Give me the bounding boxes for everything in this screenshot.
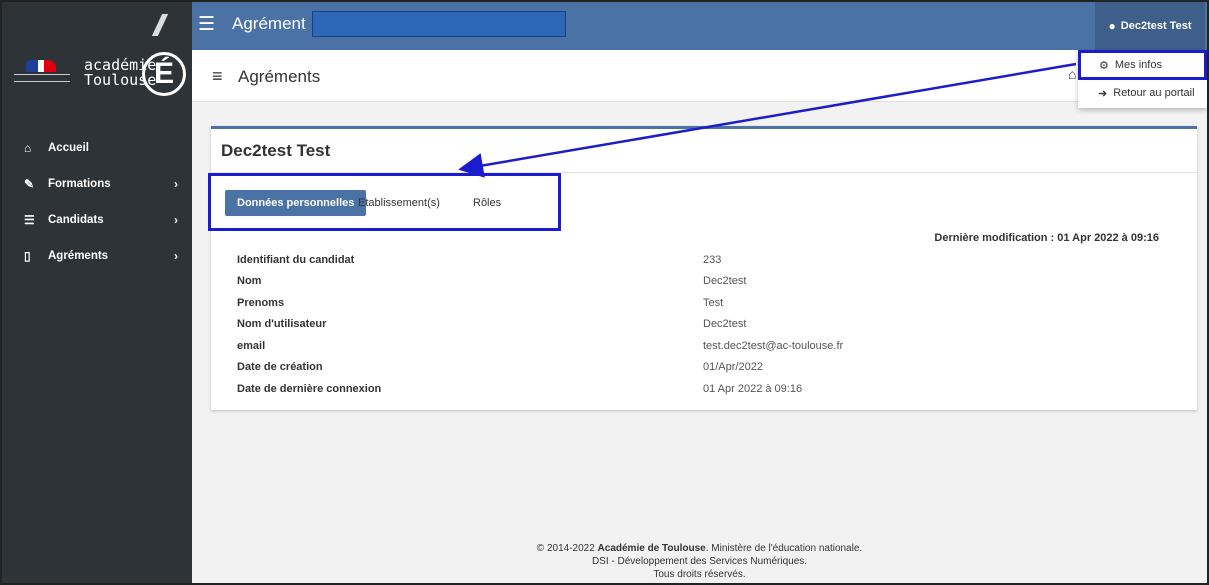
field-value: 01/Apr/2022 xyxy=(703,361,763,374)
home-icon: ⌂ xyxy=(24,141,32,155)
info-table: Identifiant du candidat 233 Nom Dec2test P… xyxy=(237,249,937,400)
menu-item-mes-infos[interactable]: ⚙ Mes infos xyxy=(1078,50,1207,80)
field-value: 233 xyxy=(703,253,722,266)
chevron-right-icon: › xyxy=(174,213,178,227)
user-dropdown-menu: ⚙ Mes infos ➜ Retour au portail xyxy=(1078,50,1207,108)
sidebar-item-label: Formations xyxy=(48,178,111,190)
field-value: Dec2test xyxy=(703,275,747,288)
table-row: Prenoms Test xyxy=(237,292,937,314)
footer-copyright: © 2014-2022 Académie de Toulouse. Minist… xyxy=(536,543,863,554)
table-row: email test.dec2test@ac-toulouse.fr xyxy=(237,335,937,357)
sidebar-nav: ⌂ Accueil ✎ Formations › ☰ Candidats › ▯… xyxy=(2,130,192,274)
home-icon[interactable]: ⌂ xyxy=(1068,66,1076,82)
page-title: Agréments xyxy=(238,67,321,86)
footer-dsi: DSI - Développement des Services Numériq… xyxy=(591,556,808,567)
table-row: Date de création 01/Apr/2022 xyxy=(237,357,937,379)
sidebar-item-agrements[interactable]: ▯ Agréments › xyxy=(2,238,192,274)
field-label: email xyxy=(237,339,266,352)
footer: © 2014-2022 Académie de Toulouse. Minist… xyxy=(192,542,1207,581)
chevron-right-icon: › xyxy=(174,249,178,263)
profile-card: Dec2test Test Données personnelles Etabl… xyxy=(208,126,1197,410)
field-value: 01 Apr 2022 à 09:16 xyxy=(703,382,803,395)
top-bar: ☰ Agrément ● Dec2test Test xyxy=(192,2,1207,50)
field-label: Prenoms xyxy=(237,296,285,309)
academie-logo-text: académie Toulouse xyxy=(84,56,157,89)
hamburger-menu-icon[interactable]: ☰ xyxy=(198,13,215,36)
menu-item-retour-portail[interactable]: ➜ Retour au portail xyxy=(1078,80,1207,106)
field-value: Dec2test xyxy=(703,318,747,331)
sidebar-item-accueil[interactable]: ⌂ Accueil xyxy=(2,130,192,166)
list-icon: ≡ xyxy=(212,66,223,86)
tab-roles[interactable]: Rôles xyxy=(473,190,501,216)
field-label: Identifiant du candidat xyxy=(237,253,355,266)
last-modified: Dernière modification : 01 Apr 2022 à 09… xyxy=(934,232,1159,244)
marianne-logo xyxy=(14,60,70,86)
field-label: Date de dernière connexion xyxy=(237,382,382,395)
user-icon: ● xyxy=(1108,19,1116,33)
table-row: Nom d'utilisateur Dec2test xyxy=(237,314,937,336)
table-row: Identifiant du candidat 233 xyxy=(237,249,937,271)
sign-out-icon: ➜ xyxy=(1098,87,1108,100)
user-name: Dec2test Test xyxy=(1120,20,1192,32)
field-value: Test xyxy=(703,296,724,309)
chevron-right-icon: › xyxy=(174,177,178,191)
table-row: Nom Dec2test xyxy=(237,271,937,293)
sidebar: académie Toulouse É ⌂ Accueil ✎ Formatio… xyxy=(2,2,192,583)
field-label: Nom xyxy=(237,275,262,288)
sidebar-item-candidats[interactable]: ☰ Candidats › xyxy=(2,202,192,238)
table-row: Date de dernière connexion 01 Apr 2022 à … xyxy=(237,378,937,400)
sidebar-item-label: Agréments xyxy=(48,250,109,262)
field-value: test.dec2test@ac-toulouse.fr xyxy=(703,339,844,352)
user-menu-button[interactable]: ● Dec2test Test xyxy=(1095,2,1205,50)
edit-icon: ✎ xyxy=(24,177,35,191)
tab-etablissements[interactable]: Etablissement(s) xyxy=(358,190,440,216)
app-title: Agrément xyxy=(232,14,306,33)
footer-rights: Tous droits réservés. xyxy=(653,569,746,580)
logo-area: académie Toulouse É xyxy=(2,2,192,102)
gear-icon: ⚙ xyxy=(1099,59,1109,72)
sidebar-item-formations[interactable]: ✎ Formations › xyxy=(2,166,192,202)
sidebar-item-label: Candidats xyxy=(48,214,104,226)
collapse-slash-icon xyxy=(151,14,169,36)
tab-donnees-personnelles[interactable]: Données personnelles xyxy=(225,190,367,216)
field-label: Nom d'utilisateur xyxy=(237,318,327,331)
page-header: ≡ Agréments ⌂ xyxy=(192,50,1207,102)
tabs-bar: Données personnelles Etablissement(s) Rô… xyxy=(208,173,561,231)
academie-e-logo: É xyxy=(142,52,186,96)
file-icon: ▯ xyxy=(24,249,31,263)
menu-item-label: Retour au portail xyxy=(1113,87,1195,99)
sidebar-item-label: Accueil xyxy=(48,142,89,154)
list-icon: ☰ xyxy=(24,213,35,227)
card-title: Dec2test Test xyxy=(221,141,331,160)
menu-item-label: Mes infos xyxy=(1114,59,1162,71)
redacted-field xyxy=(312,11,566,37)
field-label: Date de création xyxy=(237,361,323,374)
